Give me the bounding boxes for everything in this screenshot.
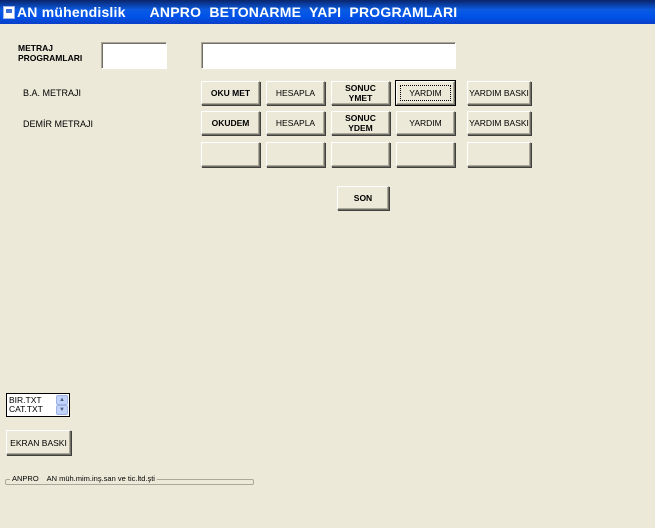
list-item[interactable]: CAT.TXT <box>9 405 43 414</box>
metraj-description-field[interactable] <box>201 42 456 69</box>
oku-met-label: OKU MET <box>210 88 251 98</box>
file-listbox[interactable]: BIR.TXT CAT.TXT ▲ ▼ <box>6 393 70 417</box>
window-title: AN mühendislik ANPRO BETONARME YAPI PROG… <box>17 4 458 20</box>
hesapla-demir-label: HESAPLA <box>275 118 316 128</box>
yardim-ba-label: YARDIM <box>400 85 451 101</box>
ekran-baski-button[interactable]: EKRAN BASKI <box>6 430 71 455</box>
sonuc-ymet-line2: YMET <box>348 93 373 103</box>
yardim-baski-ba-button[interactable]: YARDIM BASKI <box>467 81 531 105</box>
empty-button-1[interactable] <box>201 142 260 167</box>
hesapla-ba-label: HESAPLA <box>275 88 316 98</box>
okudem-label: OKUDEM <box>211 118 250 128</box>
empty-button-5[interactable] <box>467 142 531 167</box>
sonuc-ydem-label: SONUC YDEM <box>345 113 376 133</box>
yardim-baski-ba-label: YARDIM BASKI <box>469 88 529 98</box>
status-text: ANPRO AN müh.mim.inş.san ve tic.ltd.şti <box>10 474 157 483</box>
sonuc-ydem-button[interactable]: SONUC YDEM <box>331 111 390 135</box>
hesapla-ba-button[interactable]: HESAPLA <box>266 81 325 105</box>
yardim-demir-label: YARDIM <box>409 118 442 128</box>
metraj-label-line2: PROGRAMLARI <box>18 53 83 63</box>
yardim-ba-button[interactable]: YARDIM <box>395 80 456 106</box>
empty-button-2[interactable] <box>266 142 325 167</box>
sonuc-ymet-line1: SONUC <box>345 83 376 93</box>
sonuc-ydem-line2: YDEM <box>348 123 373 133</box>
okudem-button[interactable]: OKUDEM <box>201 111 260 135</box>
yardim-baski-demir-button[interactable]: YARDIM BASKI <box>467 111 531 135</box>
app-icon[interactable] <box>3 6 15 19</box>
ba-metraji-label: B.A. METRAJI <box>23 88 82 98</box>
empty-button-3[interactable] <box>331 142 390 167</box>
demir-metraji-label: DEMİR METRAJI <box>23 119 94 129</box>
yardim-baski-demir-label: YARDIM BASKI <box>469 118 529 128</box>
oku-met-button[interactable]: OKU MET <box>201 81 260 105</box>
scroll-up-icon[interactable]: ▲ <box>56 395 68 405</box>
scroll-down-icon[interactable]: ▼ <box>56 405 68 415</box>
ekran-baski-label: EKRAN BASKI <box>10 437 67 448</box>
son-button[interactable]: SON <box>337 186 389 210</box>
title-bar: AN mühendislik ANPRO BETONARME YAPI PROG… <box>0 0 655 24</box>
yardim-demir-button[interactable]: YARDIM <box>396 111 455 135</box>
son-label: SON <box>353 193 373 203</box>
sonuc-ydem-line1: SONUC <box>345 113 376 123</box>
empty-button-4[interactable] <box>396 142 455 167</box>
listbox-scrollbar[interactable]: ▲ ▼ <box>56 395 68 415</box>
metraj-label-line1: METRAJ <box>18 43 53 53</box>
sonuc-ymet-button[interactable]: SONUC YMET <box>331 81 390 105</box>
metraj-code-field[interactable] <box>101 42 167 69</box>
metraj-programlari-label: METRAJ PROGRAMLARI <box>18 43 82 63</box>
sonuc-ymet-label: SONUC YMET <box>345 83 376 103</box>
hesapla-demir-button[interactable]: HESAPLA <box>266 111 325 135</box>
